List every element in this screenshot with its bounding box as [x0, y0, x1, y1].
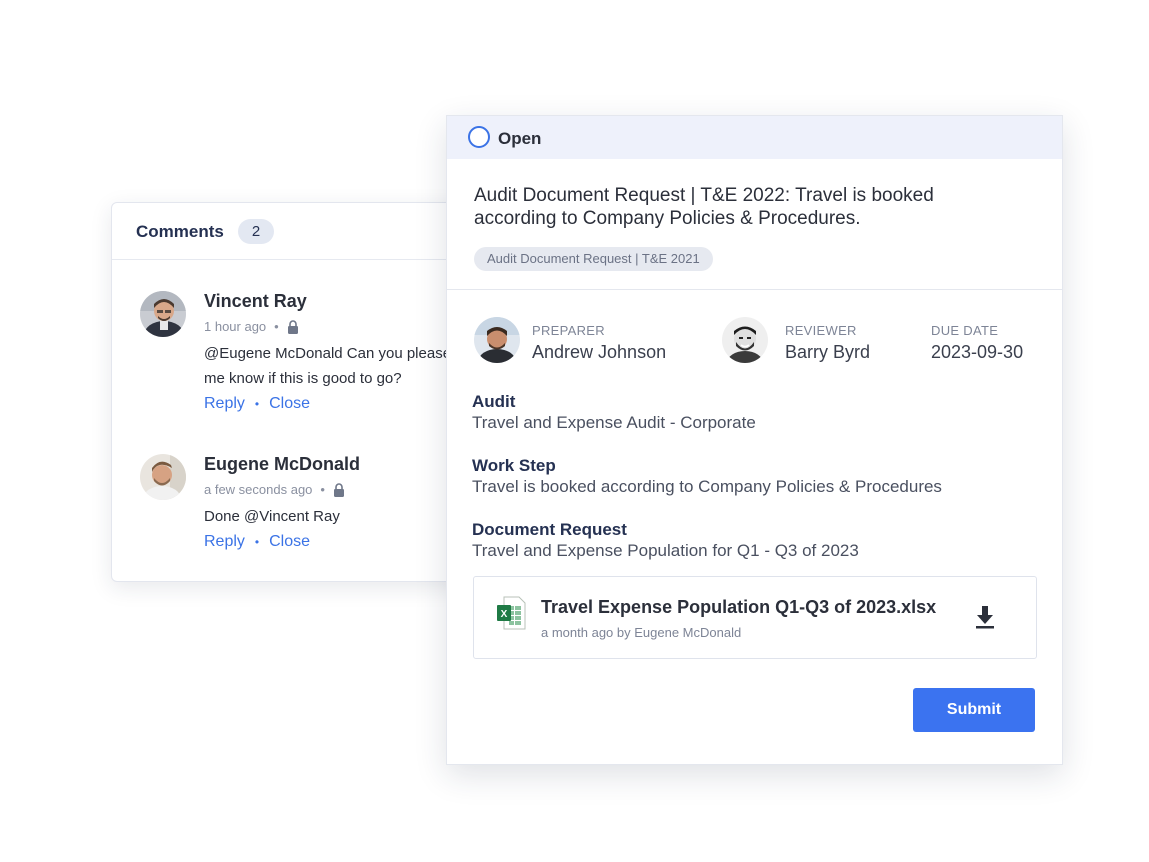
reply-button[interactable]: Reply: [204, 395, 245, 413]
file-name[interactable]: Travel Expense Population Q1-Q3 of 2023.…: [541, 597, 936, 618]
mention[interactable]: @Eugene McDonald: [204, 345, 343, 362]
comment-body: Vincent Ray 1 hour ago • @Eugene McDonal…: [204, 291, 472, 413]
file-meta: a month ago by Eugene McDonald: [541, 625, 742, 640]
comment-actions: Reply • Close: [204, 533, 472, 551]
action-separator: •: [254, 397, 260, 411]
comment-author: Eugene McDonald: [204, 454, 361, 474]
work-step-value: Travel is booked according to Company Po…: [472, 477, 942, 496]
comment-text-line2: me know if this is good to go?: [204, 370, 402, 387]
comment-text-prefix: Done: [204, 508, 245, 525]
preparer-name: Andrew Johnson: [532, 342, 667, 362]
avatar: [140, 291, 186, 337]
preparer-avatar: [474, 317, 520, 363]
audit-value: Travel and Expense Audit - Corporate: [472, 413, 756, 432]
close-comment-button[interactable]: Close: [269, 395, 310, 413]
reply-button[interactable]: Reply: [204, 533, 245, 551]
request-title: Audit Document Request | T&E 2022: Trave…: [474, 185, 934, 229]
lock-icon: [287, 319, 299, 334]
meta-dot: •: [320, 482, 325, 497]
document-request-label: Document Request: [472, 520, 627, 539]
comment-text: @Eugene McDonald Can you please me know …: [204, 341, 472, 391]
reviewer-label: REVIEWER: [785, 323, 857, 338]
request-tag[interactable]: Audit Document Request | T&E 2021: [474, 247, 713, 271]
submit-button[interactable]: Submit: [913, 688, 1035, 732]
comments-header: Comments 2: [112, 203, 472, 260]
comments-title: Comments: [136, 222, 224, 241]
document-request-card: Open Audit Document Request | T&E 2022: …: [446, 115, 1063, 765]
svg-text:X: X: [501, 609, 508, 620]
comment-meta: 1 hour ago •: [204, 319, 472, 334]
due-date-value: 2023-09-30: [931, 342, 1024, 362]
comment-time: 1 hour ago: [204, 319, 267, 334]
document-request-value: Travel and Expense Population for Q1 - Q…: [472, 541, 859, 560]
comment-text-line1: Can you please: [342, 345, 452, 362]
file-attachment[interactable]: X Travel Expense Population Q1-Q3 of 202…: [473, 576, 1037, 659]
meta-dot: •: [274, 319, 279, 334]
comment-actions: Reply • Close: [204, 395, 472, 413]
divider: [447, 289, 1062, 290]
mention[interactable]: @Vincent Ray: [244, 508, 340, 525]
lock-icon: [333, 482, 345, 497]
excel-file-icon: X: [496, 596, 526, 630]
work-step-label: Work Step: [472, 456, 556, 475]
download-icon[interactable]: [974, 604, 996, 630]
due-date-label: DUE DATE: [931, 323, 999, 338]
comment-author: Vincent Ray: [204, 291, 307, 311]
action-separator: •: [254, 535, 260, 549]
reviewer-name: Barry Byrd: [785, 342, 871, 362]
status-label: Open: [498, 129, 542, 148]
audit-label: Audit: [472, 392, 516, 411]
status-bar: Open: [447, 116, 1062, 159]
comment-text: Done @Vincent Ray: [204, 504, 472, 529]
comment-meta: a few seconds ago •: [204, 482, 472, 497]
close-comment-button[interactable]: Close: [269, 533, 310, 551]
comments-panel: Comments 2 Vincent Ray 1 hour ago • @Eug…: [111, 202, 473, 582]
preparer-label: PREPARER: [532, 323, 605, 338]
reviewer-avatar: [722, 317, 768, 363]
comments-count-badge: 2: [238, 219, 274, 244]
open-circle-icon: [468, 126, 490, 148]
comment-body: Eugene McDonald a few seconds ago • Done…: [204, 454, 472, 551]
comment-time: a few seconds ago: [204, 482, 313, 497]
avatar: [140, 454, 186, 500]
